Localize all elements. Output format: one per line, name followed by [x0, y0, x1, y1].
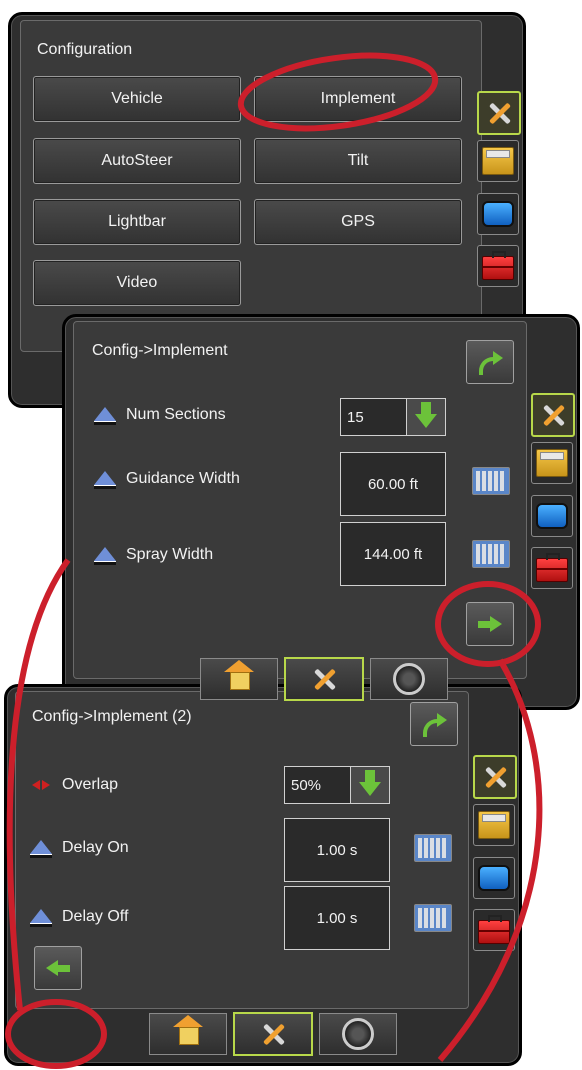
implement-screen: Config->Implement Num Sections 15 Guidan…: [73, 321, 527, 679]
delay-on-label: Delay On: [30, 839, 129, 858]
guidance-width-field[interactable]: 60.00 ft: [340, 452, 446, 516]
num-sections-label: Num Sections: [94, 406, 226, 425]
storage-icon: [482, 147, 514, 175]
delay-off-field[interactable]: 1.00 s: [284, 886, 390, 950]
vehicle-button[interactable]: Vehicle: [33, 76, 241, 122]
autosteer-button[interactable]: AutoSteer: [33, 138, 241, 184]
return-button[interactable]: [410, 702, 458, 746]
side-tab-monitor[interactable]: [477, 193, 519, 235]
previous-page-button[interactable]: [34, 946, 82, 990]
lightbar-button[interactable]: Lightbar: [33, 199, 241, 245]
side-tab-tools[interactable]: [531, 393, 575, 437]
side-tab-monitor[interactable]: [531, 495, 573, 537]
implement-2-screen: Config->Implement (2) Overlap 50% Delay …: [15, 691, 469, 1009]
spray-icon: [94, 547, 116, 565]
tools-icon: [485, 99, 513, 127]
bottom-tab-home[interactable]: [200, 658, 278, 700]
guidance-width-label: Guidance Width: [94, 470, 240, 489]
delay-on-text: Delay On: [62, 839, 129, 856]
keyboard-icon[interactable]: [414, 904, 452, 932]
gps-button[interactable]: GPS: [254, 199, 462, 245]
overlap-value: 50%: [291, 776, 322, 794]
side-tab-tools[interactable]: [473, 755, 517, 799]
next-page-button[interactable]: [466, 602, 514, 646]
side-tab-storage[interactable]: [531, 442, 573, 484]
storage-icon: [536, 449, 568, 477]
implement-2-panel: Config->Implement (2) Overlap 50% Delay …: [4, 684, 522, 1066]
delay-off-label: Delay Off: [30, 908, 129, 927]
num-sections-text: Num Sections: [126, 406, 226, 423]
tilt-button[interactable]: Tilt: [254, 138, 462, 184]
sections-icon: [94, 407, 116, 425]
spray-width-text: Spray Width: [126, 546, 214, 563]
num-sections-value: 15: [347, 408, 364, 426]
dropdown-button[interactable]: [350, 767, 389, 803]
implement-button[interactable]: Implement: [254, 76, 462, 122]
bottom-tab-gauge[interactable]: [319, 1013, 397, 1055]
implement-panel: Config->Implement Num Sections 15 Guidan…: [62, 314, 580, 710]
side-tab-storage[interactable]: [477, 140, 519, 182]
page-title: Configuration: [37, 41, 133, 58]
tools-icon: [259, 1020, 287, 1048]
toolbox-icon: [536, 553, 568, 582]
spray-width-label: Spray Width: [94, 546, 214, 565]
gauge-icon: [342, 1018, 374, 1050]
tools-icon: [310, 665, 338, 693]
side-tab-tools[interactable]: [477, 91, 521, 135]
page-title: Config->Implement (2): [32, 708, 192, 725]
monitor-icon: [478, 865, 510, 891]
guidance-width-text: Guidance Width: [126, 470, 240, 487]
side-tab-toolbox[interactable]: [531, 547, 573, 589]
return-arrow-icon: [479, 351, 503, 375]
overlap-label: Overlap: [30, 776, 118, 794]
dropdown-button[interactable]: [406, 399, 445, 435]
tools-icon: [539, 401, 567, 429]
bottom-tab-tools[interactable]: [233, 1012, 313, 1056]
down-arrow-icon: [415, 402, 437, 428]
bottom-tab-gauge[interactable]: [370, 658, 448, 700]
page-title: Config->Implement: [92, 342, 228, 359]
spray-width-field[interactable]: 144.00 ft: [340, 522, 446, 586]
delay-on-field[interactable]: 1.00 s: [284, 818, 390, 882]
overlap-dropdown[interactable]: 50%: [284, 766, 390, 804]
bottom-tab-home[interactable]: [149, 1013, 227, 1055]
return-arrow-icon: [423, 713, 447, 737]
storage-icon: [478, 811, 510, 839]
left-arrow-icon: [46, 960, 70, 976]
overlap-text: Overlap: [62, 776, 119, 793]
keyboard-icon[interactable]: [472, 540, 510, 568]
tools-icon: [481, 763, 509, 791]
monitor-icon: [536, 503, 568, 529]
delay-off-text: Delay Off: [62, 908, 129, 925]
side-tab-storage[interactable]: [473, 804, 515, 846]
bottom-tab-tools[interactable]: [284, 657, 364, 701]
clock-icon: [30, 840, 52, 858]
gauge-icon: [393, 663, 425, 695]
clock-icon: [30, 909, 52, 927]
side-tab-monitor[interactable]: [473, 857, 515, 899]
monitor-icon: [482, 201, 514, 227]
guidance-icon: [94, 471, 116, 489]
toolbox-icon: [478, 915, 510, 944]
home-icon: [173, 1015, 203, 1045]
side-tab-toolbox[interactable]: [477, 245, 519, 287]
return-button[interactable]: [466, 340, 514, 384]
home-icon: [224, 660, 254, 690]
num-sections-dropdown[interactable]: 15: [340, 398, 446, 436]
down-arrow-icon: [359, 770, 381, 796]
toolbox-icon: [482, 251, 514, 280]
keyboard-icon[interactable]: [472, 467, 510, 495]
keyboard-icon[interactable]: [414, 834, 452, 862]
side-tab-toolbox[interactable]: [473, 909, 515, 951]
video-button[interactable]: Video: [33, 260, 241, 306]
right-arrow-icon: [478, 616, 502, 632]
overlap-icon: [30, 776, 52, 794]
configuration-screen: Configuration Vehicle Implement AutoStee…: [20, 20, 482, 352]
